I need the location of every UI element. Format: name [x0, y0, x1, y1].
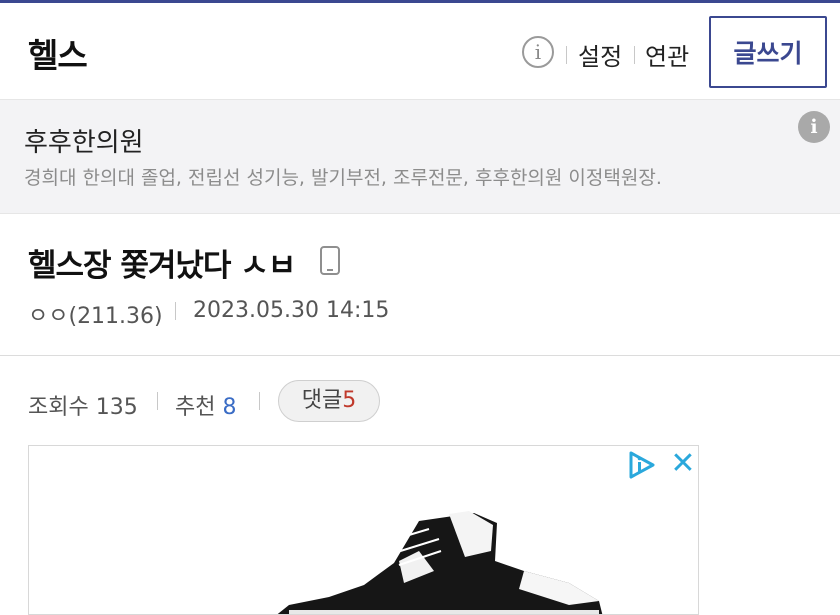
sneaker-image[interactable] — [269, 501, 609, 615]
divider — [157, 392, 158, 410]
comments-label: 댓글 — [301, 388, 343, 413]
comments-button[interactable]: 댓글5 — [278, 380, 380, 422]
post-title-text: 헬스장 쫓겨났다 — [28, 248, 231, 284]
post-stats: 조회수 135 추천 8 댓글5 — [0, 357, 840, 437]
divider — [634, 46, 635, 64]
recommend-label: 추천 — [175, 395, 216, 420]
divider — [259, 392, 260, 410]
post-author[interactable]: ㅇㅇ(211.36) — [28, 298, 163, 330]
post-header: 헬스장 쫓겨났다 ㅅㅂ ㅇㅇ(211.36) 2023.05.30 14:15 — [0, 215, 840, 356]
sponsored-banner[interactable]: 후후한의원 경희대 한의대 졸업, 전립선 성기능, 발기부전, 조루전문, 후… — [0, 100, 840, 214]
comments-value: 5 — [342, 388, 357, 413]
sponsor-name[interactable]: 후후한의원 — [24, 122, 144, 159]
close-icon[interactable]: ✕ — [669, 449, 697, 479]
related-link[interactable]: 연관 — [645, 37, 689, 72]
views-value: 135 — [95, 395, 138, 420]
divider — [566, 46, 567, 64]
divider — [175, 302, 176, 320]
recommend-count: 추천 8 — [175, 389, 236, 421]
post-datetime: 2023.05.30 14:15 — [193, 298, 390, 323]
view-count: 조회수 135 — [28, 389, 138, 421]
gallery-title[interactable]: 헬스 — [28, 29, 88, 77]
gallery-header: 헬스 i 설정 연관 글쓰기 — [0, 3, 840, 100]
recommend-value: 8 — [222, 395, 237, 420]
info-icon[interactable]: i — [522, 36, 554, 68]
ad-info-icon[interactable]: i — [798, 111, 830, 143]
post-title: 헬스장 쫓겨났다 ㅅㅂ — [28, 240, 296, 285]
sponsor-description: 경희대 한의대 졸업, 전립선 성기능, 발기부전, 조루전문, 후후한의원 이… — [24, 167, 662, 189]
mobile-phone-icon — [320, 246, 340, 275]
adchoices-icon[interactable] — [627, 451, 657, 479]
post-title-suffix: ㅅㅂ — [240, 248, 296, 284]
write-post-button[interactable]: 글쓰기 — [709, 16, 827, 88]
settings-link[interactable]: 설정 — [578, 37, 622, 72]
display-ad[interactable]: ✕ — [28, 445, 699, 615]
views-label: 조회수 — [28, 395, 89, 420]
